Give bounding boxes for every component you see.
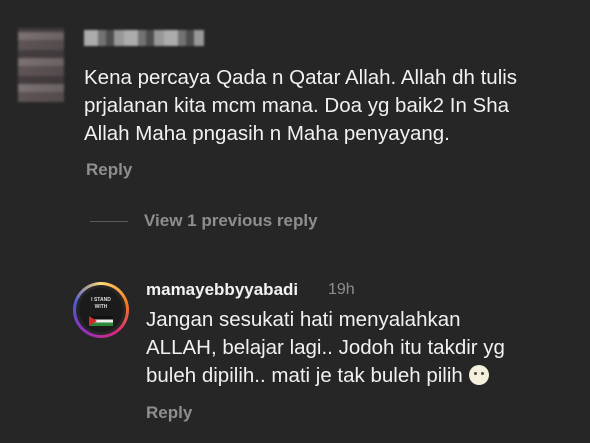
view-previous-replies-button[interactable]: View 1 previous reply (90, 210, 318, 232)
username[interactable]: mamayebbyyabadi (146, 280, 298, 300)
reply-comment-text: Jangan sesukati hati menyalahkan ALLAH, … (146, 306, 586, 390)
avatar-image: I STAND WITH (79, 288, 123, 332)
blurred-username[interactable] (84, 30, 204, 46)
divider-line (90, 220, 128, 222)
avatar-text-2: WITH (94, 304, 108, 310)
pale-face-emoji-icon (468, 365, 489, 385)
reply-text-line-2: ALLAH, belajar lagi.. Jodoh itu takdir y… (146, 336, 505, 359)
view-replies-label: View 1 previous reply (144, 211, 318, 230)
reply-text-line-3-text: buleh dipilih.. mati je tak buleh pilih (146, 364, 463, 387)
reply-button-2[interactable]: Reply (146, 403, 192, 423)
timestamp: 19h (328, 281, 355, 298)
blurred-avatar[interactable] (18, 28, 64, 102)
avatar-ring-inner: I STAND WITH (76, 285, 126, 335)
comment-text: Kena percaya Qada n Qatar Allah. Allah d… (84, 66, 518, 145)
avatar[interactable]: I STAND WITH (73, 282, 129, 338)
reply-text-line-1: Jangan sesukati hati menyalahkan (146, 308, 461, 331)
reply-text-line-3: buleh dipilih.. mati je tak buleh pilih (146, 362, 586, 390)
reply-button[interactable]: Reply (86, 160, 132, 180)
avatar-text-1: I STAND (91, 297, 111, 303)
flag-icon (89, 316, 113, 326)
